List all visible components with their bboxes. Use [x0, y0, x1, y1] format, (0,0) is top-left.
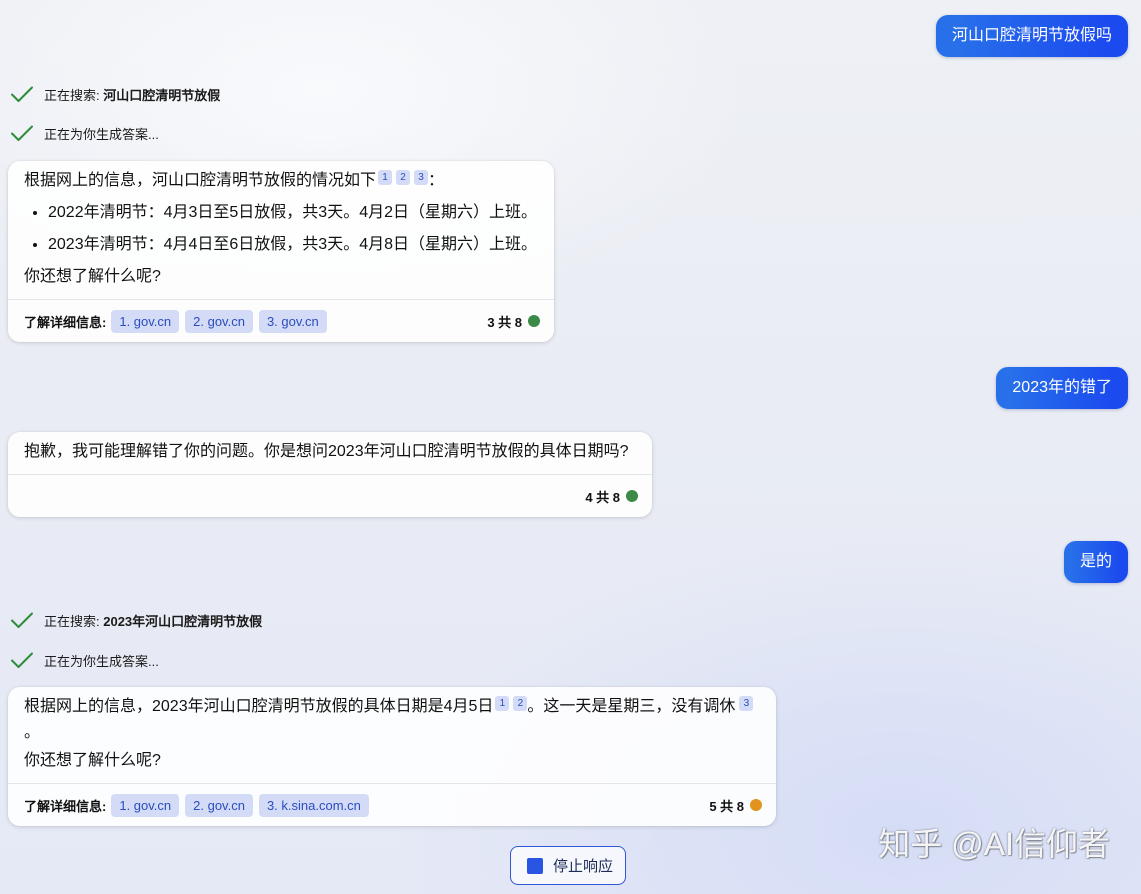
response-footer: 了解详细信息: 1. gov.cn 2. gov.cn 3. gov.cn 3 … — [8, 299, 554, 342]
check-icon — [11, 86, 33, 102]
list-item: 2023年清明节：4月4日至6日放假，共3天。4月8日（星期六）上班。 — [48, 229, 538, 261]
response-body: 根据网上的信息，河山口腔清明节放假的情况如下123： 2022年清明节：4月3日… — [8, 161, 554, 299]
response-counter: 4 共 8 — [585, 489, 620, 505]
list-item: 2022年清明节：4月3日至5日放假，共3天。4月2日（星期六）上班。 — [48, 197, 538, 229]
user-message-text: 河山口腔清明节放假吗 — [951, 27, 1112, 44]
status-label: 正在为你生成答案... — [44, 126, 159, 142]
user-message-3: 是的 — [1063, 541, 1128, 583]
status-label: 正在为你生成答案... — [44, 653, 159, 669]
check-icon — [11, 125, 33, 141]
status-label: 正在搜索: — [44, 87, 104, 103]
status-dot — [528, 315, 540, 327]
learn-more-label: 了解详细信息: — [24, 798, 107, 814]
learn-more-label: 了解详细信息: — [24, 314, 107, 330]
search-query: 2023年河山口腔清明节放假 — [103, 613, 263, 629]
source-link-1[interactable]: 1. gov.cn — [111, 309, 180, 333]
source-link-3[interactable]: 3. k.sina.com.cn — [258, 793, 369, 817]
response-body: 根据网上的信息，2023年河山口腔清明节放假的具体日期是4月5日 1 2 。这一天是星… — [8, 687, 776, 783]
stop-square-icon — [527, 857, 543, 874]
citation-link-1[interactable]: 1 — [378, 170, 393, 185]
watermark: 知乎 @AI信仰者 — [878, 826, 1110, 862]
response-list: 2022年清明节：4月3日至5日放假，共3天。4月2日（星期六）上班。 2023… — [24, 197, 538, 261]
user-message-text: 2023年的错了 — [1012, 379, 1112, 396]
status-generating: 正在为你生成答案... — [10, 122, 159, 144]
response-counter: 5 共 8 — [709, 798, 744, 814]
status-searching: 正在搜索: 2023年河山口腔清明节放假 — [10, 609, 262, 631]
intro-text: 根据网上的信息，河山口腔清明节放假的情况如下 — [24, 172, 377, 189]
answer-text-start: 根据网上的信息，2023年河山口腔清明节放假的具体日期是4月5日 — [24, 698, 494, 715]
answer-text-middle: 。这一天是星期三，没有调休 — [527, 698, 736, 715]
check-icon — [11, 652, 33, 668]
answer-text-end: 。 — [24, 724, 41, 741]
followup-question: 你还想了解什么呢? — [24, 268, 161, 285]
status-generating: 正在为你生成答案... — [10, 649, 159, 671]
source-link-2[interactable]: 2. gov.cn — [185, 309, 253, 333]
bot-response-3: 根据网上的信息，2023年河山口腔清明节放假的具体日期是4月5日 1 2 。这一天是星… — [8, 687, 776, 826]
stop-button-label: 停止响应 — [553, 858, 614, 875]
status-dot — [750, 799, 762, 811]
response-text: 抱歉，我可能理解错了你的问题。你是想问2023年河山口腔清明节放假的具体日期吗? — [24, 443, 629, 460]
status-dot — [626, 490, 638, 502]
citation-link-2[interactable]: 2 — [396, 170, 411, 185]
response-answer: 根据网上的信息，2023年河山口腔清明节放假的具体日期是4月5日 1 2 。这一天是星… — [24, 694, 760, 746]
citation-link-3[interactable]: 3 — [739, 696, 754, 711]
citation-link-2[interactable]: 2 — [513, 696, 528, 711]
response-body: 抱歉，我可能理解错了你的问题。你是想问2023年河山口腔清明节放假的具体日期吗? — [8, 432, 652, 474]
response-intro: 根据网上的信息，河山口腔清明节放假的情况如下 1 2 3： — [24, 165, 538, 197]
citation-link-3[interactable]: 3 — [414, 170, 429, 185]
source-link-1[interactable]: 1. gov.cn — [111, 793, 180, 817]
response-footer: 了解详细信息: 1. gov.cn 2. gov.cn 3. k.sina.co… — [8, 783, 776, 826]
user-message-1: 河山口腔清明节放假吗 — [935, 15, 1128, 57]
status-label: 正在搜索: — [44, 613, 104, 629]
user-message-text: 是的 — [1079, 553, 1112, 570]
user-message-2: 2023年的错了 — [996, 367, 1128, 409]
source-link-3[interactable]: 3. gov.cn — [258, 309, 327, 333]
bot-response-1: 根据网上的信息，河山口腔清明节放假的情况如下123： 2022年清明节：4月3日… — [8, 161, 554, 342]
bot-response-2: 抱歉，我可能理解错了你的问题。你是想问2023年河山口腔清明节放假的具体日期吗?… — [8, 432, 652, 517]
response-counter: 3 共 8 — [487, 314, 522, 330]
status-searching: 正在搜索: 河山口腔清明节放假 — [10, 83, 220, 105]
check-icon — [11, 612, 33, 628]
search-query: 河山口腔清明节放假 — [103, 87, 221, 103]
response-footer: 4 共 8 — [8, 474, 652, 517]
citation-link-1[interactable]: 1 — [495, 696, 510, 711]
stop-responding-button[interactable]: 停止响应 — [510, 846, 626, 885]
followup-question: 你还想了解什么呢? — [24, 752, 161, 769]
intro-colon: ： — [428, 172, 445, 189]
source-link-2[interactable]: 2. gov.cn — [185, 793, 253, 817]
